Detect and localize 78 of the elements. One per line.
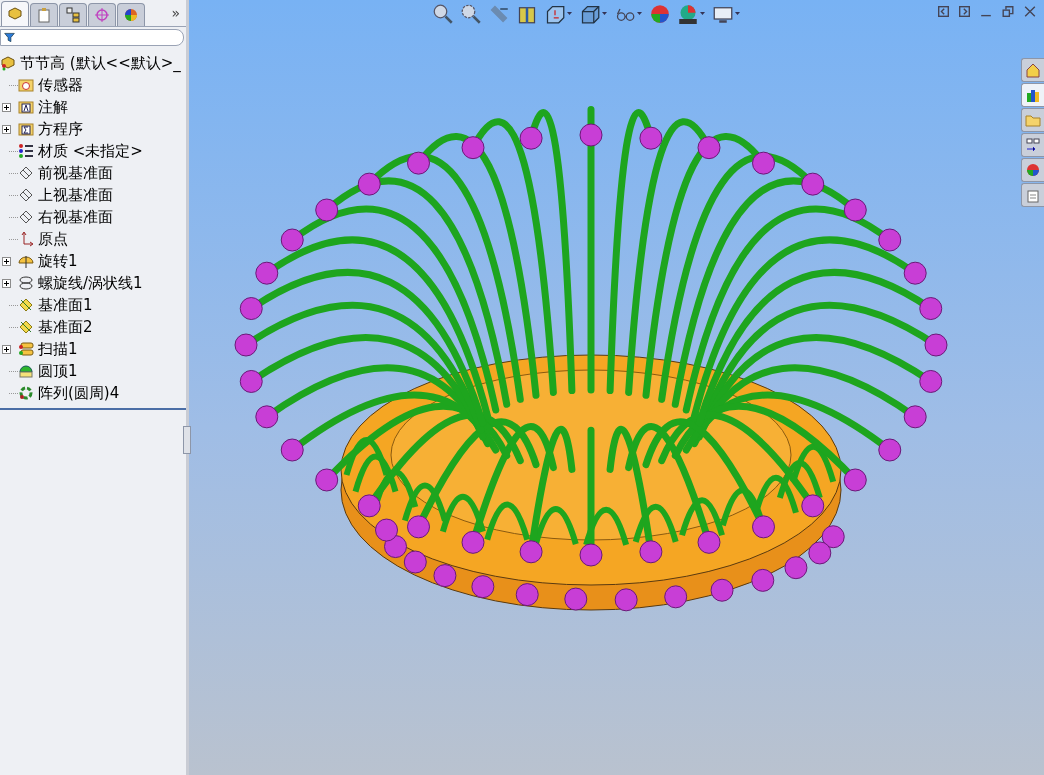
helix-icon: [18, 275, 34, 291]
splitter-handle[interactable]: [183, 426, 191, 454]
tree-item[interactable]: 上视基准面: [38, 185, 113, 205]
caret-icon[interactable]: [602, 12, 607, 16]
panel-tab[interactable]: [88, 3, 116, 26]
plane-icon: [18, 187, 34, 203]
filter-icon: [4, 32, 15, 43]
caret-icon[interactable]: [700, 12, 705, 16]
books-icon: [1025, 87, 1041, 103]
task-pane-tab[interactable]: [1021, 158, 1044, 182]
folder-letter-icon: [18, 99, 34, 115]
more-tabs-chevron[interactable]: »: [171, 5, 180, 21]
filter-field[interactable]: [0, 29, 184, 46]
tree-root-label[interactable]: 节节高 (默认<<默认>_: [20, 53, 181, 73]
plane-feature-icon: [18, 319, 34, 335]
part-icon: [0, 55, 16, 71]
plane-feature-icon: [18, 297, 34, 313]
tree-item[interactable]: 基准面2: [38, 317, 93, 337]
tree-item[interactable]: 前视基准面: [38, 163, 113, 183]
config-tree-icon: [65, 7, 81, 23]
color-ball-icon[interactable]: [650, 4, 670, 24]
expand-toggle[interactable]: [2, 124, 11, 134]
view-palette-icon: [1025, 137, 1041, 153]
dome-feature-icon: [18, 363, 34, 379]
clipboard-icon: [1025, 187, 1041, 203]
tile-left-icon[interactable]: [938, 6, 949, 17]
crosshair-icon: [94, 7, 110, 23]
monitor-icon[interactable]: [713, 4, 733, 24]
parts-icon: [7, 6, 23, 22]
cube-icon[interactable]: [580, 4, 600, 24]
panel-tab[interactable]: [117, 3, 145, 26]
expand-toggle[interactable]: [2, 256, 11, 266]
tree-item[interactable]: 基准面1: [38, 295, 93, 315]
folder-sigma-icon: [18, 121, 34, 137]
task-pane-tab[interactable]: [1021, 183, 1044, 207]
caret-icon[interactable]: [735, 12, 740, 16]
tree-item[interactable]: 原点: [38, 229, 68, 249]
folder-icon: [1025, 112, 1041, 128]
tree-item[interactable]: 注解: [38, 97, 68, 117]
cube-arrows-icon[interactable]: [545, 4, 565, 24]
color-ball-icon: [1025, 162, 1041, 178]
tree-item[interactable]: 材质 <未指定>: [38, 141, 143, 161]
tree-item[interactable]: 传感器: [38, 75, 83, 95]
tree-item[interactable]: 扫描1: [38, 339, 78, 359]
task-pane-tab[interactable]: [1021, 133, 1044, 157]
caret-icon[interactable]: [567, 12, 572, 16]
sweep-feature-icon: [18, 341, 34, 357]
expand-toggle[interactable]: [2, 102, 11, 112]
revolve-feature-icon: [18, 253, 34, 269]
clipboard-icon: [36, 7, 52, 23]
zoom-icon[interactable]: [433, 4, 453, 24]
scene-ball-icon[interactable]: [678, 4, 698, 24]
tree-item[interactable]: 圆顶1: [38, 361, 78, 381]
plane-icon: [18, 209, 34, 225]
tree-item[interactable]: 右视基准面: [38, 207, 113, 227]
caret-icon[interactable]: [637, 12, 642, 16]
panel-tab[interactable]: [1, 1, 29, 26]
restore-icon[interactable]: [1002, 6, 1014, 17]
section-view-icon[interactable]: [517, 4, 537, 24]
tree-item[interactable]: 螺旋线/涡状线1: [38, 273, 143, 293]
folder-gauge-icon: [18, 77, 34, 93]
tree-item[interactable]: 旋转1: [38, 251, 78, 271]
material-list-icon: [18, 143, 34, 159]
task-pane-tab[interactable]: [1021, 58, 1044, 82]
panel-tab[interactable]: [30, 3, 58, 26]
tree-item[interactable]: 方程序: [38, 119, 83, 139]
tree-item[interactable]: 阵列(圆周)4: [38, 383, 120, 403]
task-pane-tab[interactable]: [1021, 83, 1044, 107]
expand-toggle[interactable]: [2, 278, 11, 288]
tile-right-icon[interactable]: [959, 6, 970, 17]
circular-pattern-icon: [18, 385, 34, 401]
expand-toggle[interactable]: [2, 344, 11, 354]
zoom-area-icon[interactable]: [461, 4, 481, 24]
color-ball-icon: [123, 7, 139, 23]
plane-icon: [18, 165, 34, 181]
house-icon: [1025, 62, 1041, 78]
panel-tab[interactable]: [59, 3, 87, 26]
close-icon[interactable]: [1024, 6, 1036, 17]
